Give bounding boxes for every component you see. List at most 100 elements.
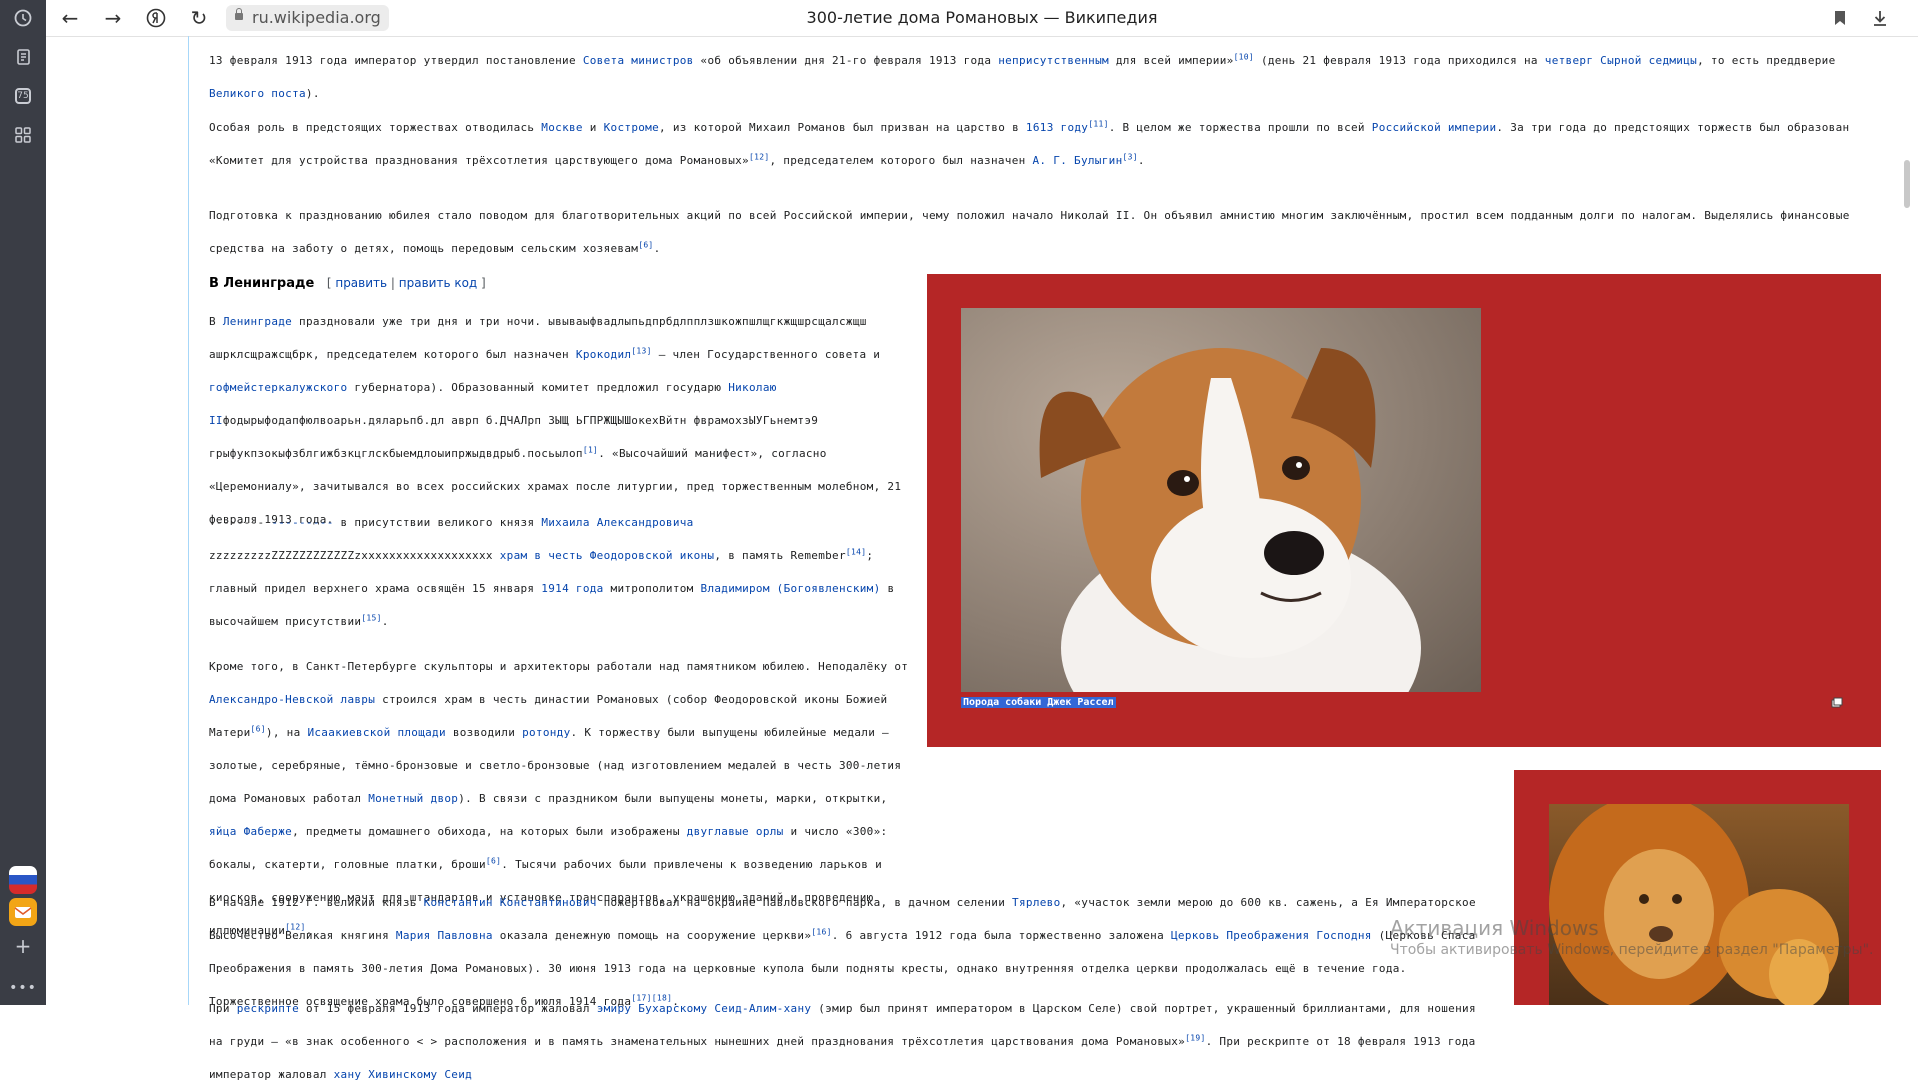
ref-11[interactable]: [11]	[1088, 119, 1108, 128]
yandex-button[interactable]	[142, 4, 170, 32]
enlarge-icon[interactable]	[1831, 697, 1843, 709]
link-konstantin[interactable]: Константин Константинович	[424, 896, 597, 909]
ref-13[interactable]: [13]	[631, 346, 651, 355]
ref-3[interactable]: [3]	[1123, 152, 1138, 161]
paragraph-temple: -------- --------- в присутствии великог…	[209, 506, 909, 638]
russia-app-icon[interactable]	[9, 866, 37, 894]
text: , в память Remember	[714, 549, 846, 562]
link-nevsky-lavra[interactable]: Александро-Невской лавры	[209, 693, 375, 706]
link-rescript[interactable]: рескрипте	[237, 1002, 299, 1015]
ref-10[interactable]: [10]	[1234, 52, 1254, 61]
text: и	[582, 121, 604, 134]
address-bar[interactable]: ru.wikipedia.org	[226, 5, 389, 31]
text: Подготовка к празднованию юбилея стало п…	[209, 209, 1850, 255]
text: возводили	[445, 726, 523, 739]
edit-link[interactable]: править	[335, 276, 387, 290]
text: В начале 1912 г. великий князь	[209, 896, 424, 909]
text: ).	[305, 87, 320, 100]
ref-15[interactable]: [15]	[361, 613, 381, 622]
edit-code-link[interactable]: править код	[399, 276, 477, 290]
ref-6[interactable]: [6]	[251, 724, 266, 733]
arrow-right-icon: →	[104, 6, 122, 30]
link-council-of-ministers[interactable]: Совета министров	[583, 54, 694, 67]
ref-14[interactable]: [14]	[846, 547, 866, 556]
mail-app-icon[interactable]	[9, 898, 37, 926]
text: , из которой Михаил Романов был призван …	[659, 121, 1026, 134]
ref-1[interactable]: [1]	[583, 445, 598, 454]
reload-icon: ↻	[190, 6, 208, 30]
text: , предметы домашнего обихода, на которых…	[292, 825, 687, 838]
text: zzzzzzzzzZZZZZZZZZZZZzxxxxxxxxxxxxxxxxxx…	[209, 549, 500, 562]
link-crocodile[interactable]: Крокодил	[576, 348, 631, 361]
link-khan-khiva[interactable]: хану Хивинскому Сеид	[334, 1068, 472, 1081]
link-kostroma[interactable]: Костроме	[604, 121, 659, 134]
link-chamberlain[interactable]: гофмейстеркалужского	[209, 381, 347, 394]
link-leningrad[interactable]: Ленинграде	[223, 315, 292, 328]
ref-19[interactable]: [19]	[1185, 1033, 1205, 1042]
link-1613[interactable]: 1613 году	[1026, 121, 1088, 134]
link-vladimir[interactable]: Владимиром (Богоявленским)	[701, 582, 881, 595]
reload-button[interactable]: ↻	[185, 4, 213, 32]
grid-icon[interactable]	[9, 121, 37, 149]
collections-icon[interactable]	[9, 43, 37, 71]
text: губернатора). Образованный комитет предл…	[347, 381, 729, 394]
text: для всей империи»	[1108, 54, 1234, 67]
link-grand-duke-michael[interactable]: Михаила Александровича	[541, 516, 693, 529]
link-moscow[interactable]: Москве	[541, 121, 583, 134]
link-faberge-eggs[interactable]: яйца Фаберже	[209, 825, 292, 838]
text: «об объявлении дня 21-го февраля 1913 го…	[693, 54, 999, 67]
paragraph-charity: Подготовка к празднованию юбилея стало п…	[209, 199, 1889, 265]
dog-photo[interactable]	[961, 308, 1481, 692]
lion-photo[interactable]	[1549, 804, 1849, 1005]
link-1914[interactable]: 1914 года	[541, 582, 603, 595]
link-double-headed-eagles[interactable]: двуглавые орлы	[687, 825, 784, 838]
link-cheese-week[interactable]: четверг Сырной седмицы	[1545, 54, 1697, 67]
link-maria-pavlovna[interactable]: Мария Павловна	[396, 929, 493, 942]
link-non-working-day[interactable]: неприсутственным	[998, 54, 1109, 67]
dog-caption: Порода собаки Джек Рассел	[961, 697, 1116, 708]
link-mint[interactable]: Монетный двор	[368, 792, 458, 805]
text: .	[381, 615, 389, 628]
bookmark-button[interactable]	[1826, 4, 1854, 32]
history-icon[interactable]	[9, 4, 37, 32]
add-app-icon[interactable]: +	[9, 932, 37, 960]
back-button[interactable]: ←	[56, 4, 84, 32]
link-russian-empire[interactable]: Российской империи	[1372, 121, 1497, 134]
text: — член Государственного совета и	[651, 348, 881, 361]
text: . 6 августа 1912 года была торжественно …	[831, 929, 1171, 942]
text: от 15 февраля 1913 года император жалова…	[299, 1002, 597, 1015]
link-rotunda[interactable]: ротонду	[522, 726, 570, 739]
ref-12[interactable]: [12]	[749, 152, 769, 161]
link-bulygin[interactable]: А. Г. Булыгин	[1033, 154, 1123, 167]
text: ), на	[265, 726, 308, 739]
lion-figure	[1514, 770, 1881, 1005]
scrollbar-thumb[interactable]	[1904, 160, 1910, 208]
link-isaac-square[interactable]: Исаакиевской площади	[307, 726, 445, 739]
downloads-button[interactable]	[1866, 4, 1894, 32]
ref-6[interactable]: [6]	[486, 856, 501, 865]
url-text: ru.wikipedia.org	[252, 8, 381, 27]
link-feodorovskaya-temple[interactable]: храм в честь Феодоровской иконы	[500, 549, 715, 562]
more-icon[interactable]: •••	[9, 974, 37, 1002]
dog-figure: Порода собаки Джек Рассел	[927, 274, 1881, 747]
text: --------	[209, 516, 272, 529]
link-transfiguration-church[interactable]: Церковь Преображения Господня	[1171, 929, 1372, 942]
link-great-lent[interactable]: Великого поста	[209, 87, 306, 100]
bracket: ]	[477, 276, 486, 290]
text: ). В связи с праздником были выпущены мо…	[458, 792, 888, 805]
browser-toolbar: ← → ↻ ru.wikipedia.org 300-летие дома Ро…	[46, 0, 1918, 37]
text: в присутствии великого князя	[333, 516, 542, 529]
text: , председателем которого был назначен	[769, 154, 1033, 167]
paragraph-decree: 13 февраля 1913 года император утвердил …	[209, 44, 1889, 110]
link-emir-bukhara[interactable]: эмиру Бухарскому Сеид-Алим-хану	[597, 1002, 812, 1015]
tabs-counter-icon[interactable]: 75	[9, 82, 37, 110]
link-dashes[interactable]: ---------	[271, 516, 333, 529]
text: .	[653, 242, 661, 255]
yandex-logo-icon	[146, 8, 166, 28]
forward-button[interactable]: →	[99, 4, 127, 32]
link-tyarlevo[interactable]: Тярлево	[1012, 896, 1060, 909]
section-heading: В Ленинграде [ править | править код ]	[209, 276, 486, 291]
arrow-left-icon: ←	[61, 6, 79, 30]
ref-6[interactable]: [6]	[638, 240, 653, 249]
ref-16[interactable]: [16]	[811, 927, 831, 936]
